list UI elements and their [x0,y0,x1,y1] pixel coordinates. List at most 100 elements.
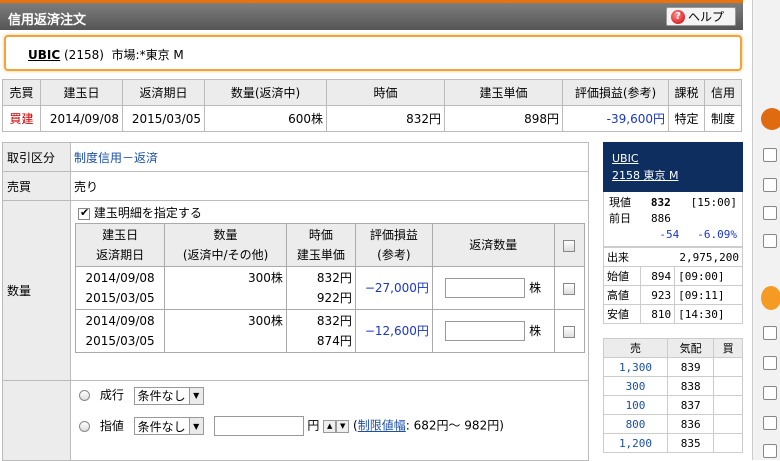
book-row: 800 836 [602,414,743,434]
limit-condition-select[interactable]: 条件なし ▼ [133,417,204,435]
market-order-radio[interactable] [79,390,90,401]
stat-time: [09:11] [674,285,743,305]
stock-market: 市場:*東京 M [111,48,184,62]
book-sell[interactable]: 1,200 [602,433,669,453]
stat-label: 高値 [603,285,641,305]
book-price[interactable]: 839 [667,357,715,377]
window-icon[interactable] [763,234,777,248]
chevron-down-icon: ▼ [188,387,203,404]
market-order-row: 成行 条件なし ▼ [74,386,588,416]
detail-header-pl-sub: (参考) [377,248,411,262]
market-order-label: 成行 [99,388,124,402]
quote-stock-sub[interactable]: 2158 東京 M [612,167,743,184]
window-icon[interactable] [763,206,777,220]
quote-panel: UBIC 2158 東京 M 現値 832 [15:00] 前日 886 -54 -6.… [602,142,744,453]
stat-value: 2,975,200 [640,247,744,267]
positions-table: 売買 建玉日 返済期日 数量(返済中) 時価 建玉単価 評価損益(参考) 課税 … [2,79,742,132]
trade-type-value: 制度信用－返済 [70,142,589,172]
specify-detail-checkbox[interactable]: ✔ [78,206,90,220]
col-header: 数量(返済中) [204,79,327,106]
book-row: 1,300 839 [602,357,743,377]
current-time: [15:00] [690,196,737,209]
col-header: 信用 [704,79,742,106]
stat-row: 高値 923 [09:11] [603,285,743,305]
detail-header-date: 建玉日 [102,228,139,242]
book-buy [713,376,743,396]
help-button[interactable]: ? ヘルプ [666,7,736,26]
col-header: 時価 [326,79,445,106]
return-qty-input[interactable] [445,321,526,342]
stat-value: 923 [639,285,676,305]
limit-condition-value: 条件なし [137,419,186,434]
detail-row-checkbox[interactable] [563,325,576,338]
book-sell[interactable]: 1,300 [602,357,669,377]
book-sell[interactable]: 800 [602,414,669,434]
detail-header-due: 返済期日 [96,248,145,262]
book-header-sell: 売 [602,338,669,358]
book-price[interactable]: 837 [667,395,715,415]
detail-header-price: 時価 [308,228,333,242]
limit-order-label: 指値 [99,418,124,433]
document-icon[interactable] [763,326,777,340]
change-value: -54 [659,228,680,241]
quote-stock-link[interactable]: UBIC [612,150,743,167]
quantity-label: 数量 [2,200,71,381]
detail-unit-price: 922円 [316,291,352,305]
detail-unit-price: 874円 [316,334,352,348]
side-label: 売買 [2,171,71,201]
stat-label: 安値 [603,304,641,324]
document-icon[interactable] [763,356,777,370]
detail-qty: 300株 [164,309,287,353]
order-book-table: 売気配買 1,300 839 300 838 100 837 800 836 1,200… [602,338,743,453]
stat-value: 810 [639,304,676,324]
price-range-link[interactable]: 制限値幅 [358,419,406,433]
market-condition-select[interactable]: 条件なし ▼ [133,386,204,405]
col-header: 課税 [668,79,705,106]
quote-price-box: 現値 832 [15:00] 前日 886 -54 -6.09% [603,192,743,247]
book-sell[interactable]: 300 [602,376,669,396]
book-sell[interactable]: 100 [602,395,669,415]
quote-stats-table: 出来 2,975,200 始値 894 [09:00] 高値 923 [09:11] 安値… [603,247,744,324]
detail-row: 2014/09/08 2015/03/05 300株 832円 874円 −12,6… [74,309,586,353]
document-icon[interactable] [763,416,777,430]
detail-header-unit: 建玉単価 [296,248,345,262]
help-label: ヘルプ [688,10,725,24]
col-header: 売買 [2,79,41,106]
price-up-icon[interactable]: ▲ [323,419,337,433]
book-row: 300 838 [602,376,743,396]
window-icon[interactable] [763,148,777,162]
price-down-icon[interactable]: ▼ [336,419,350,433]
detail-header-qty-sub: (返済中/その他) [182,248,269,262]
book-price[interactable]: 836 [667,414,715,434]
detail-qty: 300株 [164,266,287,310]
book-buy [713,395,743,415]
col-header: 評価損益(参考) [562,79,669,106]
stat-label: 出来 [603,247,641,267]
position-date: 2014/09/08 [40,105,123,132]
price-type-label [2,380,71,461]
gear-icon[interactable] [761,108,780,130]
return-qty-input[interactable] [445,278,526,299]
position-row: 買建 2014/09/08 2015/03/05 600株 832円 898円 … [2,105,742,132]
help-icon: ? [671,9,685,24]
document-icon[interactable] [763,444,777,458]
position-credit: 制度 [704,105,742,132]
position-tax: 特定 [668,105,705,132]
book-price[interactable]: 835 [667,433,715,453]
document-icon[interactable] [763,386,777,400]
detail-header-qty: 数量 [213,228,238,242]
limit-order-radio[interactable] [79,420,90,432]
position-qty: 600株 [204,105,327,132]
bulb-icon[interactable] [761,286,780,310]
col-header: 返済期日 [122,79,205,106]
stock-name-link[interactable]: UBIC [28,48,60,62]
window-icon[interactable] [763,178,777,192]
detail-row-checkbox[interactable] [563,282,576,295]
col-header: 建玉日 [40,79,123,106]
select-all-checkbox[interactable] [563,239,576,252]
book-price[interactable]: 838 [667,376,715,396]
limit-price-input[interactable] [213,416,304,436]
book-buy [713,414,743,434]
specify-detail-label: 建玉明細を指定する [93,206,202,220]
return-qty-unit: 株 [529,280,542,295]
